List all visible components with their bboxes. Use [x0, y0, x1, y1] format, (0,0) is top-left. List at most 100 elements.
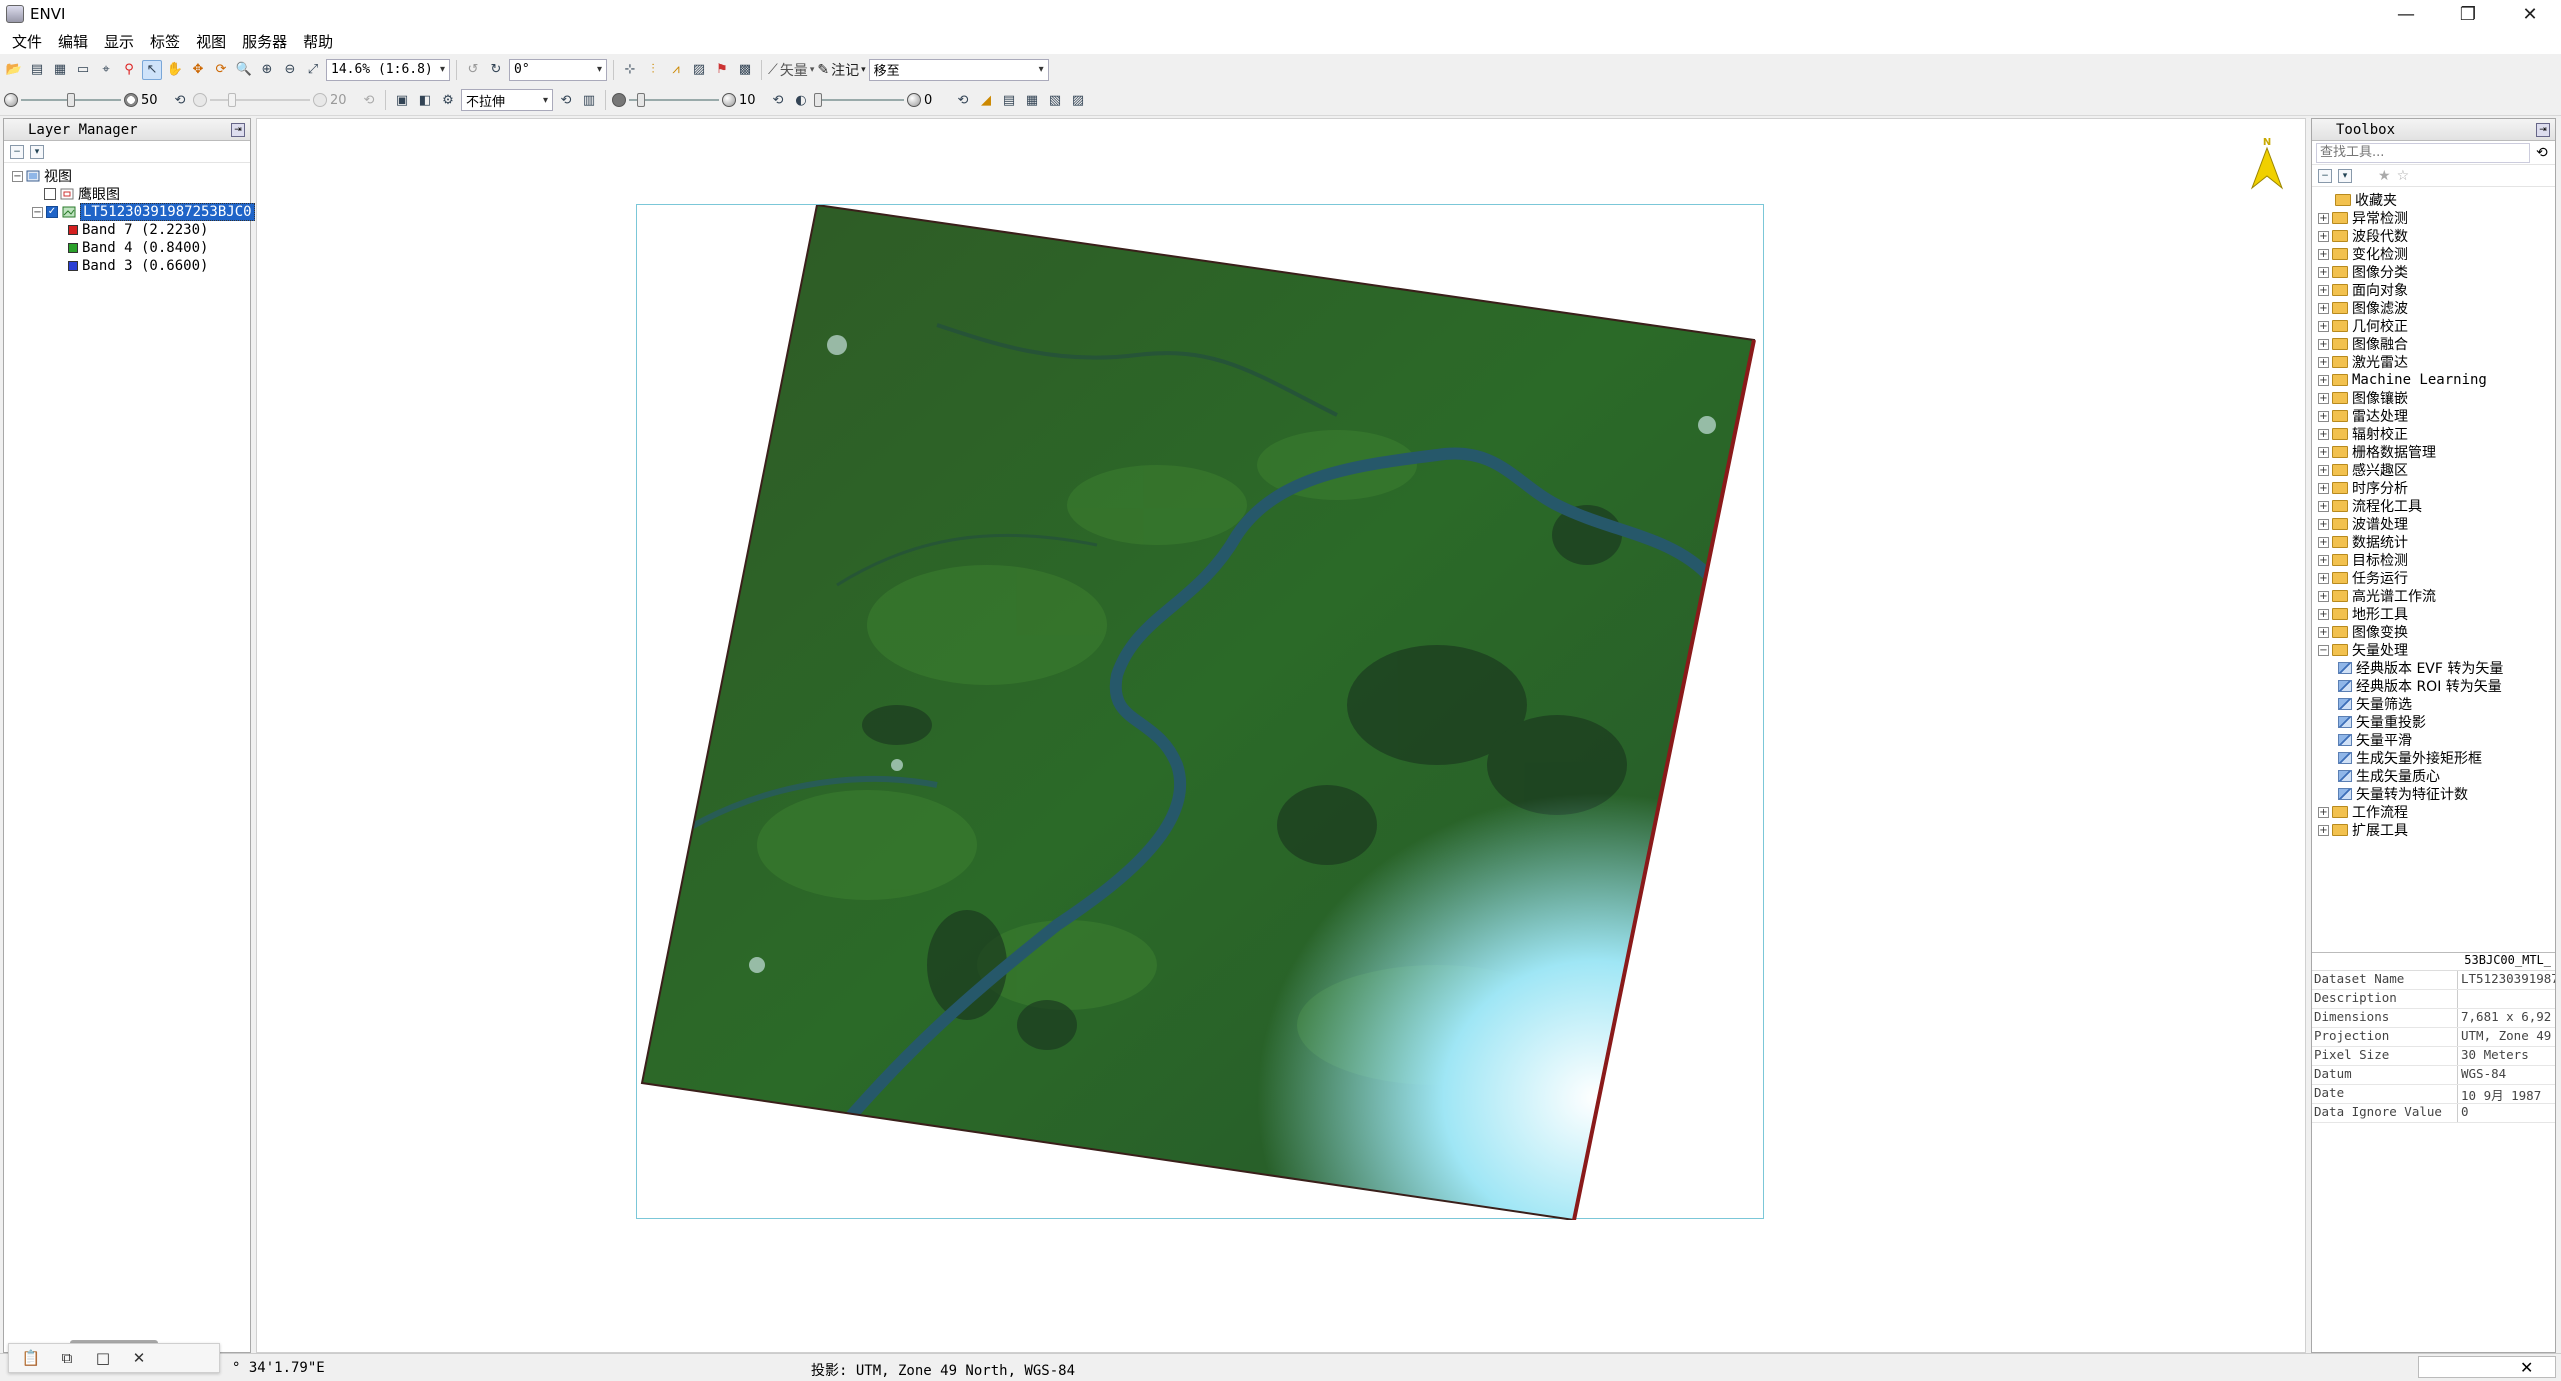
expand-toggle-icon[interactable]: +: [2318, 212, 2329, 224]
expand-toggle-icon[interactable]: +: [2318, 248, 2329, 260]
close-button[interactable]: ✕: [2499, 0, 2561, 28]
property-row[interactable]: Data Ignore Value 0: [2312, 1104, 2555, 1123]
toolbox-folder[interactable]: + 时序分析: [2318, 479, 2555, 497]
brightness-slider[interactable]: [21, 90, 121, 110]
menu-display[interactable]: 显示: [96, 31, 142, 52]
expand-toggle-icon[interactable]: +: [2318, 806, 2329, 818]
menu-label[interactable]: 标签: [142, 31, 188, 52]
expand-toggle-icon[interactable]: +: [2318, 446, 2329, 458]
expand-toggle-icon[interactable]: +: [2318, 824, 2329, 836]
toolbox-tool[interactable]: 矢量平滑: [2318, 731, 2555, 749]
zoom-icon[interactable]: 🔍: [234, 60, 254, 80]
refresh-icon[interactable]: ⟲: [556, 90, 576, 110]
portal-icon[interactable]: ◢: [976, 90, 996, 110]
property-row[interactable]: Date 10 9月 1987: [2312, 1085, 2555, 1104]
toolbox-folder[interactable]: + 图像滤波: [2318, 299, 2555, 317]
expand-toggle-icon[interactable]: +: [2318, 608, 2329, 620]
expand-toggle-icon[interactable]: +: [2318, 374, 2329, 386]
toolbox-folder[interactable]: + 图像变换: [2318, 623, 2555, 641]
collapse-toggle-icon[interactable]: −: [32, 206, 43, 218]
toolbox-tool[interactable]: 矢量转为特征计数: [2318, 785, 2555, 803]
menu-edit[interactable]: 编辑: [50, 31, 96, 52]
expand-toggle-icon[interactable]: +: [2318, 230, 2329, 242]
toolbox-folder[interactable]: + 辐射校正: [2318, 425, 2555, 443]
menu-server[interactable]: 服务器: [234, 31, 295, 52]
cursor-value-icon[interactable]: ⌖: [96, 60, 116, 80]
expand-toggle-icon[interactable]: +: [2318, 338, 2329, 350]
zoom-fit-icon[interactable]: ⤢: [303, 60, 323, 80]
toolbox-tool[interactable]: 生成矢量外接矩形框: [2318, 749, 2555, 767]
toolbox-tool[interactable]: 经典版本 EVF 转为矢量: [2318, 659, 2555, 677]
profile-icon[interactable]: ⫶: [643, 60, 663, 80]
favorite-add-icon[interactable]: ★: [2378, 168, 2391, 184]
toolbox-tool[interactable]: 矢量筛选: [2318, 695, 2555, 713]
collapse-all-icon[interactable]: −: [10, 144, 24, 159]
contrast-knob[interactable]: [228, 93, 236, 107]
expand-toggle-icon[interactable]: +: [2318, 572, 2329, 584]
transparency-knob[interactable]: [814, 93, 822, 107]
expand-toggle-icon[interactable]: +: [2318, 320, 2329, 332]
tree-root-view[interactable]: − 视图: [12, 167, 250, 185]
toolbox-folder[interactable]: + 变化检测: [2318, 245, 2555, 263]
expand-toggle-icon[interactable]: +: [2318, 428, 2329, 440]
toolbox-folder-expanded[interactable]: − 矢量处理: [2318, 641, 2555, 659]
toolbox-folder[interactable]: + 图像融合: [2318, 335, 2555, 353]
layer-manager-icon[interactable]: ▦: [50, 60, 70, 80]
toolbox-folder[interactable]: + 图像分类: [2318, 263, 2555, 281]
layer-checkbox[interactable]: ✓: [46, 206, 58, 218]
zoom-combo[interactable]: 14.6% (1:6.8) ▾: [326, 58, 450, 81]
toolbox-folder[interactable]: + 波段代数: [2318, 227, 2555, 245]
new-view-icon[interactable]: ▭: [73, 60, 93, 80]
toolbox-folder[interactable]: + 目标检测: [2318, 551, 2555, 569]
tree-band-row[interactable]: Band 3 (0.6600): [12, 257, 250, 275]
toolbox-folder[interactable]: + 数据统计: [2318, 533, 2555, 551]
histogram-icon[interactable]: ◧: [415, 90, 435, 110]
zoom-out-icon[interactable]: ⊖: [280, 60, 300, 80]
toolbox-folder[interactable]: + 工作流程: [2318, 803, 2555, 821]
toolbox-folder[interactable]: 收藏夹: [2318, 191, 2555, 209]
expand-toggle-icon[interactable]: +: [2318, 554, 2329, 566]
toolbox-folder[interactable]: + 任务运行: [2318, 569, 2555, 587]
toolbox-folder[interactable]: + 高光谱工作流: [2318, 587, 2555, 605]
refresh-icon[interactable]: ⟲: [2536, 145, 2548, 161]
property-row[interactable]: Projection UTM, Zone 49: [2312, 1028, 2555, 1047]
image-view[interactable]: N: [256, 118, 2306, 1353]
goto-combo[interactable]: 移至 ▾: [868, 58, 1049, 81]
property-row[interactable]: Pixel Size 30 Meters: [2312, 1047, 2555, 1066]
contrast-slider[interactable]: [210, 90, 310, 110]
measure-icon[interactable]: ⚑: [712, 60, 732, 80]
toolbox-folder[interactable]: + Machine Learning: [2318, 371, 2555, 389]
reset-sharpen-icon[interactable]: ⟲: [768, 90, 788, 110]
zoom-in-icon[interactable]: ⊕: [257, 60, 277, 80]
tree-layer[interactable]: − ✓ LT51230391987253BJC0: [12, 203, 255, 221]
clipboard-icon[interactable]: 📋: [21, 1349, 41, 1367]
minimize-button[interactable]: —: [2375, 0, 2437, 28]
tree-band-row[interactable]: Band 7 (2.2230): [12, 221, 250, 239]
restore-button[interactable]: ❐: [2437, 0, 2499, 28]
brightness-knob[interactable]: [67, 93, 75, 107]
collapse-toggle-icon[interactable]: −: [12, 170, 23, 182]
toolbox-search-input[interactable]: [2316, 142, 2530, 163]
toolbox-folder[interactable]: + 雷达处理: [2318, 407, 2555, 425]
view-flicker-icon[interactable]: ▦: [1022, 90, 1042, 110]
toolbox-tool[interactable]: 矢量重投影: [2318, 713, 2555, 731]
pin-icon[interactable]: ⚲: [119, 60, 139, 80]
menu-help[interactable]: 帮助: [295, 31, 341, 52]
toolbox-folder[interactable]: + 图像镶嵌: [2318, 389, 2555, 407]
rotation-combo[interactable]: 0° ▾: [509, 58, 607, 81]
toolbox-folder[interactable]: + 激光雷达: [2318, 353, 2555, 371]
collapse-all-icon[interactable]: −: [2318, 168, 2332, 183]
rotate-icon[interactable]: ⟳: [211, 60, 231, 80]
property-row[interactable]: Dataset Name LT51230391987: [2312, 971, 2555, 990]
annotation-tool-button[interactable]: ✎ 注记 ▾: [817, 60, 865, 80]
toolbox-folder[interactable]: + 感兴趣区: [2318, 461, 2555, 479]
collapse-panel-icon[interactable]: ⇥: [231, 122, 245, 137]
close-icon[interactable]: ✕: [2520, 1358, 2533, 1377]
sharpen-tool-icon[interactable]: ⚙: [438, 90, 458, 110]
roam-icon[interactable]: ✥: [188, 60, 208, 80]
view-link-icon[interactable]: ▨: [1068, 90, 1088, 110]
close-icon[interactable]: ✕: [129, 1349, 149, 1367]
toolbox-tool[interactable]: 生成矢量质心: [2318, 767, 2555, 785]
toolbox-tool[interactable]: 经典版本 ROI 转为矢量: [2318, 677, 2555, 695]
satellite-image[interactable]: [637, 203, 1765, 1222]
